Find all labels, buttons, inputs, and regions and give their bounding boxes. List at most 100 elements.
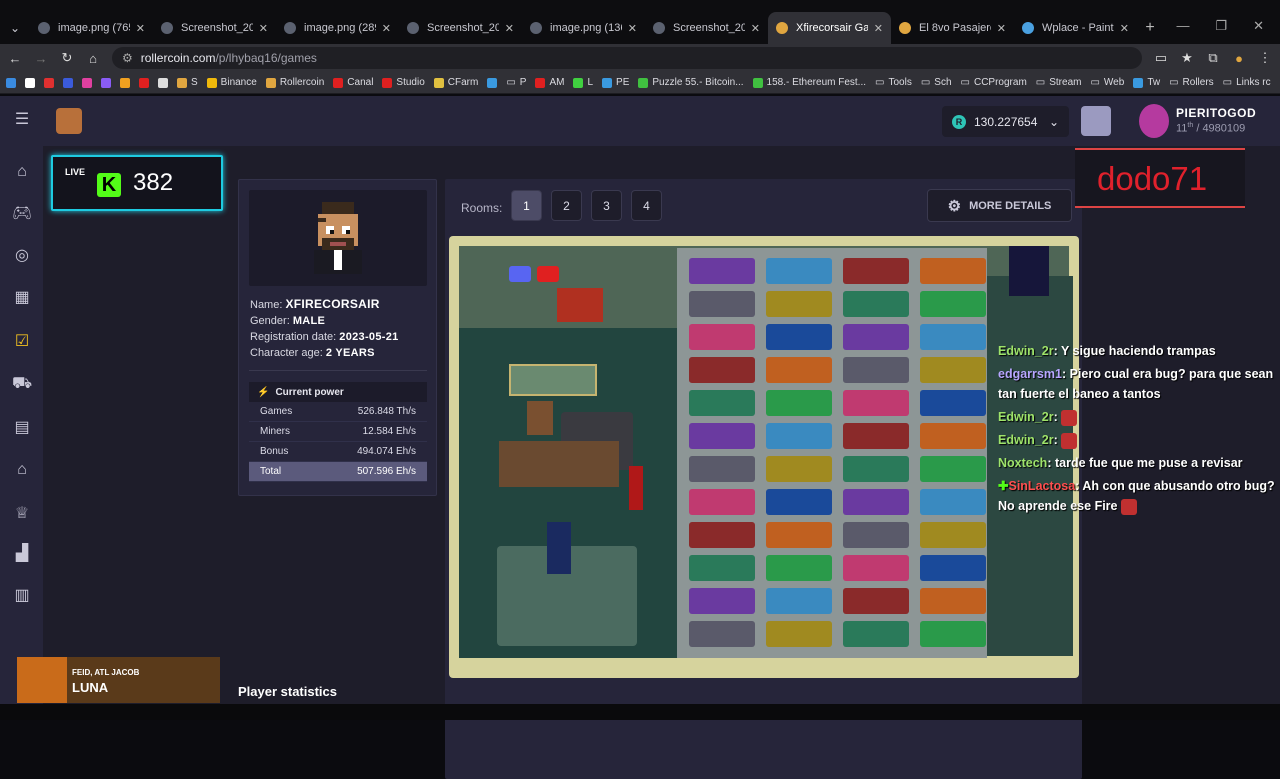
bookmark[interactable]	[6, 77, 16, 88]
site-info-icon[interactable]: ⚙	[122, 51, 133, 65]
cast-icon[interactable]: ▭	[1154, 50, 1168, 66]
reload-icon[interactable]: ↻	[60, 50, 74, 66]
trophy-icon[interactable]: ♕	[12, 504, 32, 524]
browser-tab[interactable]: Screenshot_20250806✕	[399, 12, 522, 44]
folder-bookmark[interactable]: ▭ Sch	[921, 77, 952, 88]
bookmark[interactable]	[82, 77, 92, 88]
restore-icon[interactable]: ❐	[1215, 18, 1227, 34]
browser-tab[interactable]: image.png (765×633)✕	[30, 12, 153, 44]
close-icon[interactable]: ✕	[136, 22, 145, 35]
bookmark[interactable]: PE	[602, 77, 629, 88]
browser-tab[interactable]: image.png (289×515)✕	[276, 12, 399, 44]
folder-bookmark[interactable]: ▭ Tools	[875, 77, 912, 88]
close-icon[interactable]: ✕	[382, 22, 391, 35]
globe-icon	[407, 22, 419, 34]
bookmark[interactable]	[63, 77, 73, 88]
forward-arrow-icon[interactable]: →	[34, 51, 48, 66]
miner-cell	[843, 621, 909, 647]
bookmark[interactable]: Binance	[206, 77, 257, 88]
back-arrow-icon[interactable]: ←	[8, 51, 22, 66]
home-icon[interactable]: ⌂	[12, 162, 32, 182]
browser-tab[interactable]: image.png (1366×76✕	[522, 12, 645, 44]
bookmark[interactable]	[25, 77, 35, 88]
bookmark[interactable]: Studio	[382, 77, 425, 88]
minimize-icon[interactable]: —	[1176, 18, 1189, 34]
rollercoin-logo[interactable]	[56, 108, 82, 134]
player-statistics-heading: Player statistics	[238, 684, 338, 699]
folder-icon: ▭	[1169, 77, 1179, 88]
bookmark[interactable]: Tw	[1133, 77, 1160, 88]
close-icon[interactable]: ✕	[751, 22, 760, 35]
storage-icon[interactable]: ▤	[12, 418, 32, 438]
bookmark[interactable]	[139, 77, 149, 88]
close-icon[interactable]: ✕	[628, 22, 637, 35]
gamepad-icon[interactable]: 🎮︎	[12, 204, 32, 224]
bookmark[interactable]: Canal	[333, 77, 373, 88]
tab-search-icon[interactable]: ⌄	[0, 12, 30, 44]
profile-icon[interactable]: ●	[1232, 51, 1246, 66]
marketplace-icon[interactable]: ⌂	[12, 460, 32, 480]
bookmark[interactable]	[158, 77, 168, 88]
close-window-icon[interactable]: ✕	[1253, 18, 1264, 34]
folder-bookmark[interactable]: ▭ P	[506, 77, 526, 88]
folder-bookmark[interactable]: ▭ Links rc	[1223, 77, 1271, 88]
bookmark[interactable]	[120, 77, 130, 88]
miner-cell	[920, 324, 986, 350]
bookmark[interactable]: L	[573, 77, 593, 88]
close-icon[interactable]: ✕	[505, 22, 514, 35]
bookmark[interactable]: CFarm	[433, 77, 478, 88]
room-button-2[interactable]: 2	[551, 190, 582, 221]
browser-tab[interactable]: Screenshot_2025-08✕	[645, 12, 768, 44]
room-button-4[interactable]: 4	[631, 190, 662, 221]
star-icon[interactable]: ★	[1180, 50, 1194, 66]
bookmark[interactable]: S	[177, 77, 198, 88]
browser-tab-active[interactable]: Xfirecorsair Games |✕	[768, 12, 891, 44]
folder-bookmark[interactable]: ▭ Web	[1090, 77, 1124, 88]
grid-icon[interactable]: ▦	[12, 288, 32, 308]
browser-tab-bar: ⌄ image.png (765×633)✕ Screenshot_202508…	[0, 0, 1280, 44]
close-icon[interactable]: ✕	[874, 22, 883, 35]
more-details-button[interactable]: ⚙ MORE DETAILS	[927, 189, 1072, 222]
de-sas-screen	[1009, 246, 1049, 296]
cart-icon[interactable]: ⛟	[12, 374, 32, 394]
url-input[interactable]: ⚙ rollercoin.com/p/lhybaq16/games	[112, 47, 1142, 69]
rank-icon[interactable]: ▟	[12, 544, 32, 564]
folder-bookmark[interactable]: ▭ CCProgram	[961, 77, 1027, 88]
bookmark[interactable]	[44, 77, 54, 88]
rlt-coin-icon[interactable]: ◎	[12, 246, 32, 266]
game-room-scene[interactable]	[449, 236, 1079, 678]
folder-bookmark[interactable]: ▭ Stream	[1036, 77, 1082, 88]
home-icon[interactable]: ⌂	[86, 51, 100, 66]
miner-cell	[843, 291, 909, 317]
extensions-icon[interactable]: ⧉	[1206, 50, 1220, 66]
tasks-icon[interactable]: ☑	[12, 332, 32, 352]
bookmark[interactable]: 158.- Ethereum Fest...	[752, 77, 866, 88]
chat-message: edgarrsm1: Piero cual era bug? para que …	[998, 367, 1274, 401]
room-button-1[interactable]: 1	[511, 190, 542, 221]
bookmark[interactable]: AM	[535, 77, 564, 88]
balance-selector[interactable]: R 130.227654 ⌄	[942, 106, 1069, 137]
menu-dots-icon[interactable]: ⋮	[1258, 50, 1272, 66]
browser-tab[interactable]: Wplace - Paint the w✕	[1014, 12, 1137, 44]
bookmark[interactable]	[487, 77, 498, 88]
bookmark[interactable]: Rollercoin	[265, 77, 324, 88]
close-icon[interactable]: ✕	[1120, 22, 1129, 35]
browser-tab[interactable]: Screenshot_20250806✕	[153, 12, 276, 44]
miner-cell	[920, 357, 986, 383]
miner-cell	[920, 456, 986, 482]
folder-bookmark[interactable]: ▭ Rollers	[1169, 77, 1214, 88]
avatar[interactable]	[1139, 104, 1169, 138]
user-name[interactable]: PIERITOGOD	[1176, 106, 1256, 120]
room-button-3[interactable]: 3	[591, 190, 622, 221]
folder-icon: ▭	[1035, 77, 1046, 88]
news-icon[interactable]: ▥	[12, 586, 32, 606]
new-tab-button[interactable]: +	[1137, 12, 1163, 44]
close-icon[interactable]: ✕	[997, 22, 1006, 35]
bookmark[interactable]: Puzzle 55.- Bitcoin...	[638, 77, 744, 88]
close-icon[interactable]: ✕	[259, 22, 268, 35]
bookmark[interactable]	[101, 77, 111, 88]
profile-gender: Gender: MALE	[250, 315, 326, 327]
browser-tab[interactable]: El 8vo Pasajero Game✕	[891, 12, 1014, 44]
hamburger-menu-icon[interactable]: ☰	[12, 110, 32, 130]
wallet-button[interactable]	[1081, 106, 1111, 136]
